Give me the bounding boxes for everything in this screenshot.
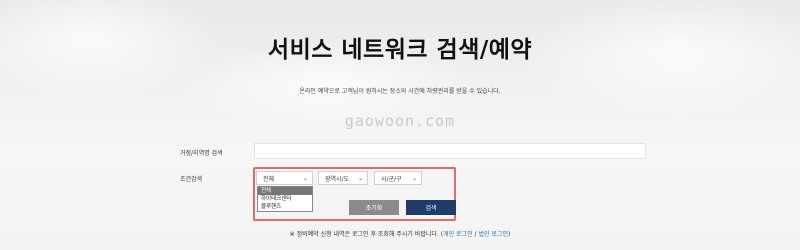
city-select-value: 시/군/구 [381, 175, 402, 183]
search-button[interactable]: 검색 [406, 200, 456, 215]
page-subtitle: 온라인 예약으로 고객님이 원하시는 장소와 시간에 차량관리를 받을 수 있습… [299, 88, 501, 95]
dropdown-option-all[interactable]: 전체 [258, 187, 312, 195]
notice-text: ※ 정비예약 신청 내역은 로그인 후 조회해 주시기 바랍니다. [289, 231, 439, 238]
condition-search-label: 조건검색 [180, 176, 203, 183]
chevron-down-icon: ⌄ [357, 174, 363, 182]
login-notice: ※ 정비예약 신청 내역은 로그인 후 조회해 주시기 바랍니다. (개인 로그… [0, 229, 800, 238]
type-select[interactable]: 전체 ⌄ [256, 171, 313, 185]
notice-separator: / [474, 231, 477, 238]
watermark: gaowoon.com [344, 112, 456, 130]
city-select[interactable]: 시/군/구 ⌄ [374, 171, 422, 185]
region-select-value: 광역시/도 [325, 175, 350, 183]
location-search-input[interactable] [254, 143, 646, 159]
dropdown-option-hitech[interactable]: 하이테크센터 [258, 195, 312, 203]
region-select[interactable]: 광역시/도 ⌄ [318, 171, 368, 185]
personal-login-link[interactable]: 개인 로그인 [443, 231, 473, 238]
reset-button[interactable]: 초기화 [349, 200, 399, 215]
location-search-label: 거점/지역명 검색 [180, 150, 223, 157]
dropdown-option-bluehands[interactable]: 블루핸즈 [258, 203, 312, 211]
type-dropdown-list: 전체 하이테크센터 블루핸즈 [257, 186, 313, 212]
type-select-value: 전체 [263, 175, 275, 183]
chevron-down-icon: ⌄ [302, 174, 308, 182]
corporate-login-link[interactable]: 법인 로그인 [478, 231, 508, 238]
page-title: 서비스 네트워크 검색/예약 [267, 37, 533, 63]
chevron-down-icon: ⌄ [411, 174, 417, 182]
notice-paren-close: ) [507, 231, 511, 238]
